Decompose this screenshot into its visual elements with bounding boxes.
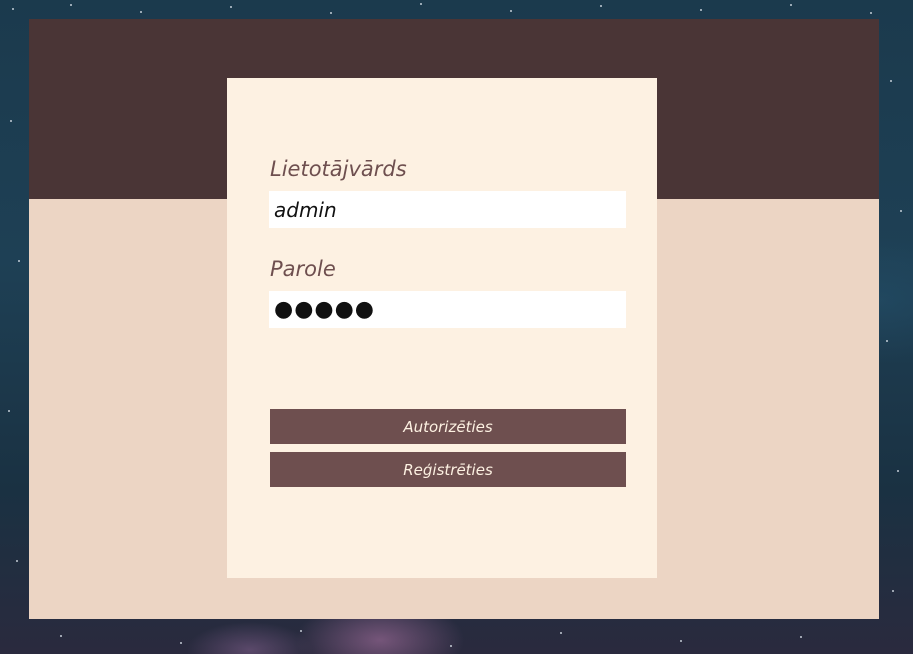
star <box>700 9 702 11</box>
star <box>70 4 72 6</box>
star <box>510 10 512 12</box>
star <box>800 636 802 638</box>
star <box>600 5 602 7</box>
star <box>790 4 792 6</box>
login-card: Lietotājvārds admin Parole ●●●●● Autoriz… <box>227 78 657 578</box>
star <box>892 590 894 592</box>
star <box>680 640 682 642</box>
star <box>10 120 12 122</box>
star <box>12 8 14 10</box>
username-label: Lietotājvārds <box>270 157 407 181</box>
username-input[interactable]: admin <box>269 191 626 228</box>
star <box>870 12 872 14</box>
password-label: Parole <box>270 257 336 281</box>
star <box>140 11 142 13</box>
star <box>60 635 62 637</box>
star <box>900 210 902 212</box>
star <box>180 642 182 644</box>
register-button[interactable]: Reģistrēties <box>270 452 626 487</box>
star <box>8 410 10 412</box>
star <box>300 630 302 632</box>
login-page-frame: Lietotājvārds admin Parole ●●●●● Autoriz… <box>29 19 879 619</box>
star <box>330 12 332 14</box>
star <box>560 632 562 634</box>
star <box>18 260 20 262</box>
star <box>230 6 232 8</box>
star <box>890 80 892 82</box>
star <box>897 470 899 472</box>
login-button[interactable]: Autorizēties <box>270 409 626 444</box>
star <box>450 645 452 647</box>
star <box>420 3 422 5</box>
star <box>16 560 18 562</box>
star <box>886 340 888 342</box>
password-input[interactable]: ●●●●● <box>269 291 626 328</box>
